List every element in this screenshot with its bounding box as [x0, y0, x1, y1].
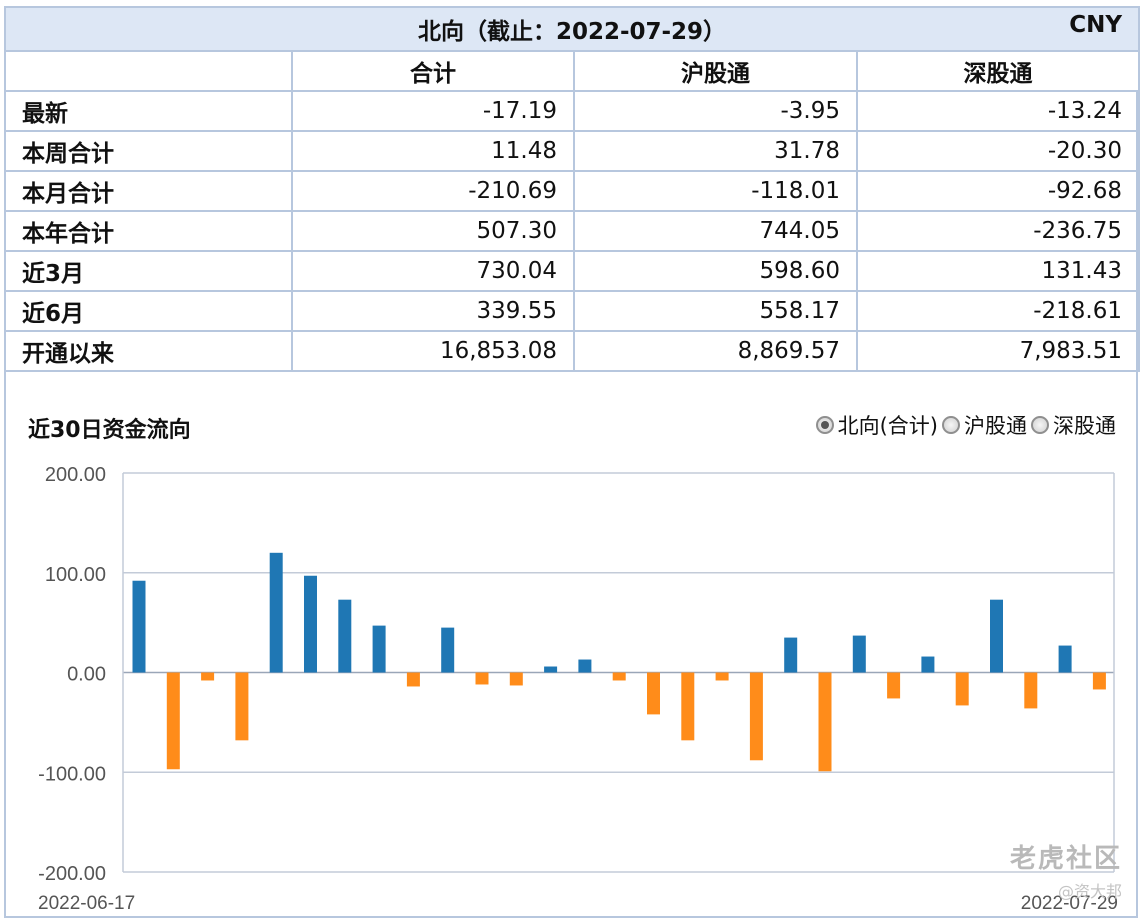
bar	[921, 656, 935, 673]
bar	[338, 599, 352, 673]
bar	[166, 672, 180, 770]
bar	[1024, 672, 1038, 709]
bar	[201, 672, 215, 681]
y-tick-label: 200.00	[45, 464, 106, 486]
bar	[269, 552, 283, 673]
bar	[681, 672, 695, 741]
watermark-text: 老虎社区	[1009, 844, 1122, 874]
bar	[612, 672, 626, 681]
bar-chart: 200.00 100.00 0.00 -100.00 -200.00 2022-06-17…	[38, 464, 1118, 914]
bar	[852, 635, 866, 673]
bar	[818, 672, 832, 772]
bar	[475, 672, 489, 685]
bar	[955, 672, 969, 706]
bar	[990, 599, 1003, 673]
bar	[578, 659, 592, 673]
y-tick-label: 100.00	[45, 564, 106, 586]
bar	[647, 672, 660, 715]
watermark-logo: 老虎社区	[1010, 838, 1122, 875]
bar	[544, 666, 558, 673]
y-tick-label: -100.00	[38, 763, 106, 785]
bar	[749, 672, 763, 761]
x-start-label: 2022-06-17	[38, 893, 135, 914]
bar	[372, 625, 386, 673]
bar	[715, 672, 729, 681]
bar	[132, 580, 146, 673]
bar	[1058, 645, 1072, 673]
bar	[887, 672, 901, 699]
bar	[784, 637, 798, 673]
bar	[1092, 672, 1106, 690]
y-tick-label: 0.00	[67, 664, 106, 686]
y-tick-label: -200.00	[38, 863, 106, 885]
watermark-subtext: @资大邦	[1057, 882, 1122, 901]
bar	[304, 575, 317, 673]
bar	[235, 672, 249, 741]
bar	[406, 672, 420, 687]
bar	[441, 627, 455, 673]
bar	[509, 672, 523, 686]
